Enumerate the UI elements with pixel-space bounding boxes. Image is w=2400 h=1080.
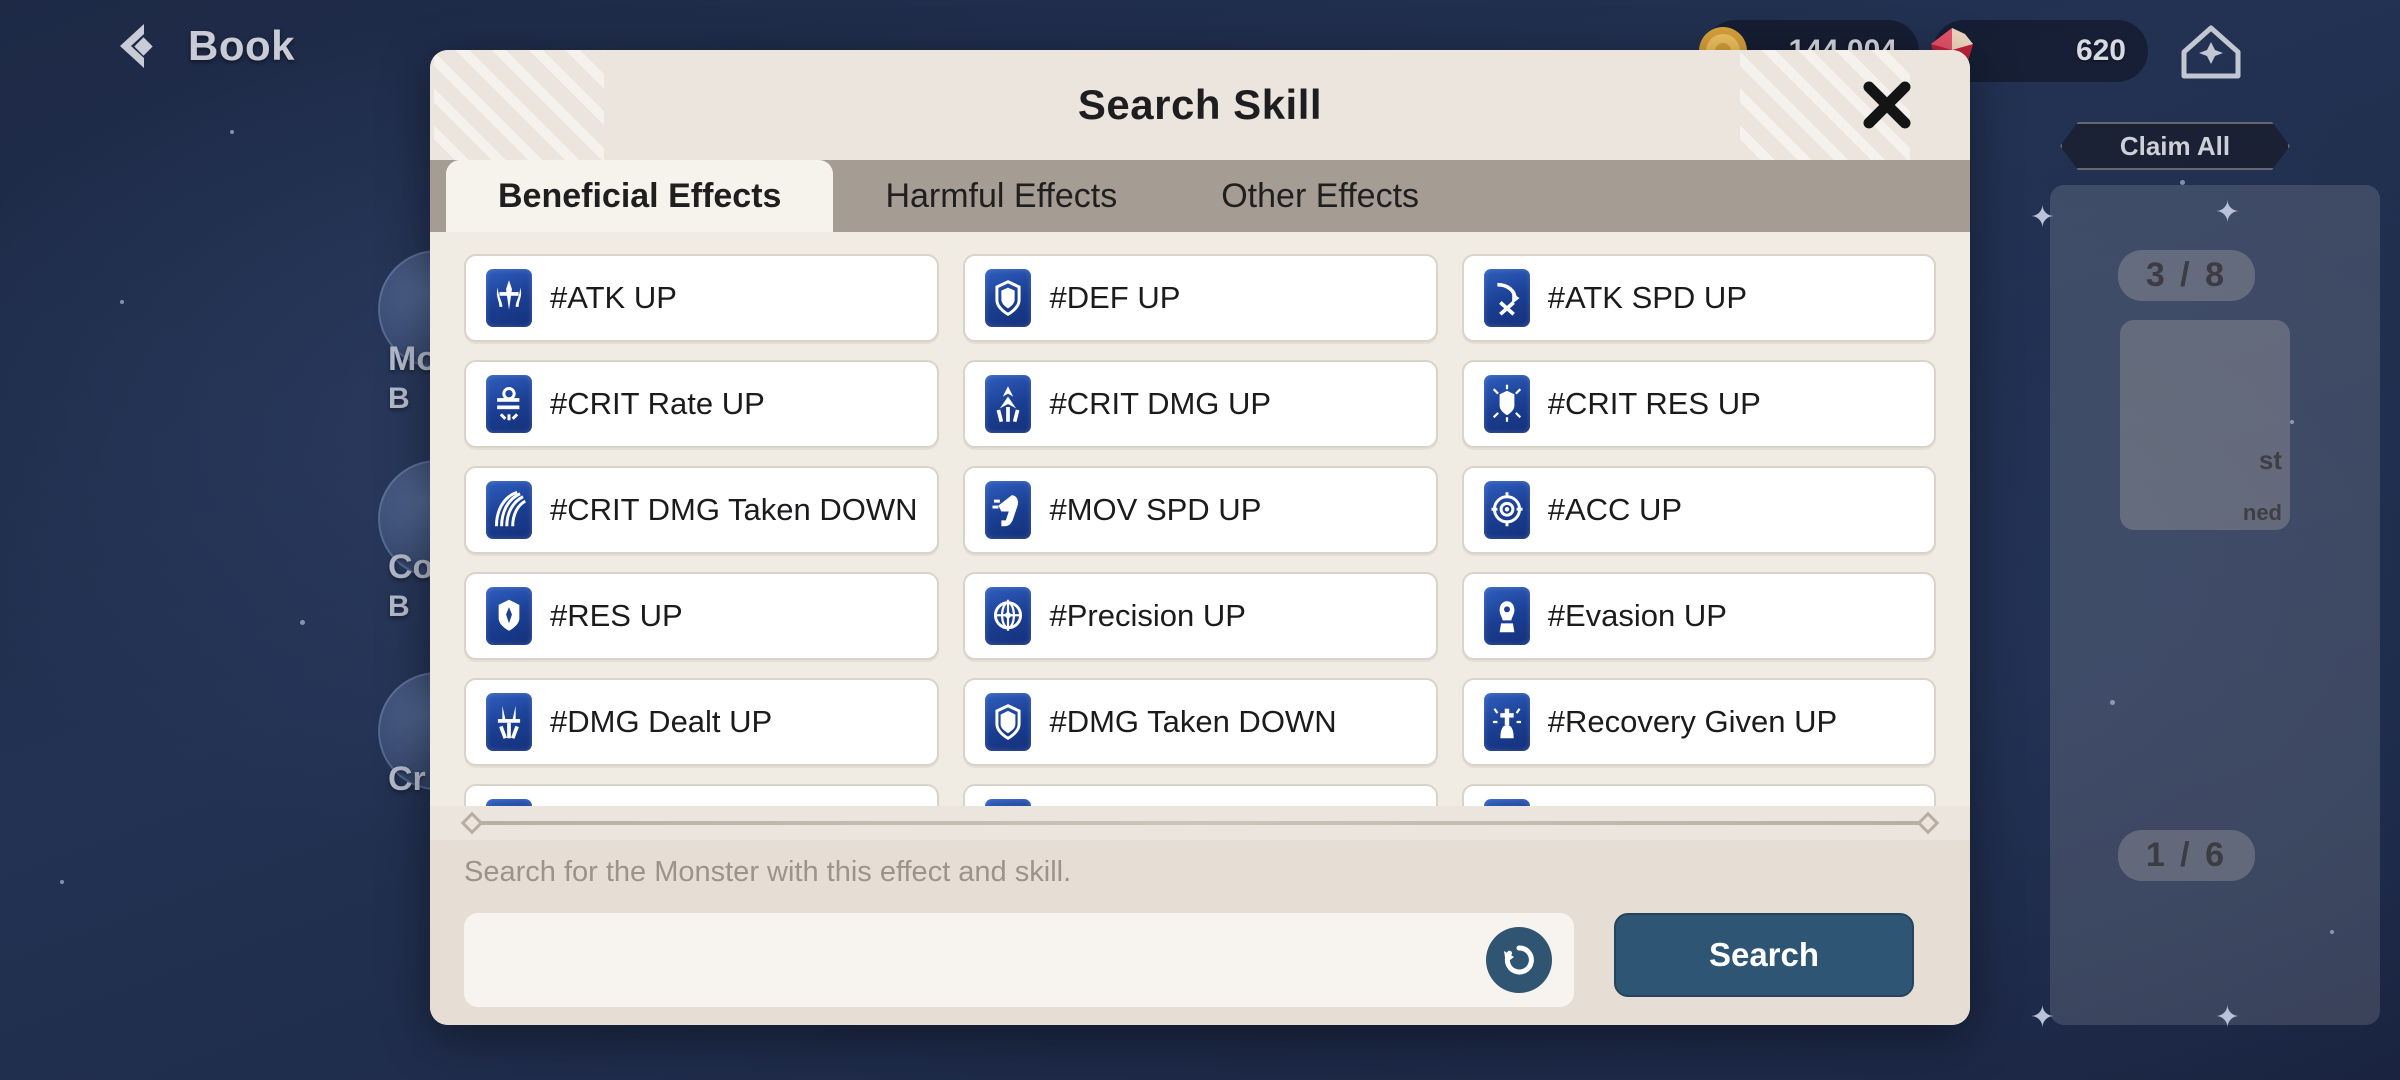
star-decoration <box>120 300 124 304</box>
evasion-up-icon <box>1483 587 1530 645</box>
skill-button[interactable]: #CRIT Rate UP <box>464 360 940 448</box>
skills-scroll-area[interactable]: #ATK UP #DEF UP #ATK SPD UP #CRIT Rate UP #C… <box>430 232 1970 806</box>
divider-diamond-left-icon <box>460 811 484 835</box>
skill-button[interactable]: #CRIT DMG UP <box>963 360 1438 448</box>
grid-scroll-divider[interactable] <box>430 806 1970 840</box>
mov-spd-up-icon <box>985 481 1032 539</box>
skill-label: #Recovery Given UP <box>1547 704 1838 739</box>
close-icon[interactable] <box>1856 74 1918 136</box>
skill-label: #ATK SPD UP <box>1547 280 1747 315</box>
skill-label: #DMG Dealt UP <box>550 704 773 739</box>
crit-res-up-icon <box>1483 375 1530 433</box>
star-decoration <box>230 130 234 134</box>
skill-button[interactable]: #ATK UP <box>464 254 940 342</box>
sparkle-icon: ✦ <box>2029 201 2055 234</box>
crit-rate-up-icon <box>486 375 532 433</box>
precision-up-icon <box>985 587 1032 645</box>
skill-button[interactable] <box>1461 784 1936 806</box>
skill-label: #DMG Taken DOWN <box>1049 704 1337 739</box>
search-controls-row: Search <box>464 913 1936 1007</box>
gem-amount: 620 <box>2075 34 2126 67</box>
skill-label: #CRIT DMG Taken DOWN <box>550 492 918 527</box>
skill-button[interactable]: #MOV SPD UP <box>963 466 1438 554</box>
skills-grid: #ATK UP #DEF UP #ATK SPD UP #CRIT Rate UP #C… <box>464 254 1936 806</box>
chevron-left-icon <box>110 18 166 74</box>
reset-icon[interactable] <box>1486 927 1552 993</box>
background-reward-card[interactable] <box>2120 320 2290 530</box>
skill-button[interactable]: #ATK SPD UP <box>1461 254 1936 342</box>
dmg-taken-down-icon <box>985 693 1032 751</box>
skill-label: #Evasion UP <box>1547 598 1727 633</box>
effect-tabs: Beneficial Effects Harmful Effects Other… <box>430 160 1970 232</box>
skill-label: #ACC UP <box>1547 492 1683 527</box>
reward-counter-bottom: 1 / 6 <box>2117 830 2255 881</box>
skill-button[interactable]: #Recovery Given UP <box>1461 678 1936 766</box>
skill-label: #CRIT RES UP <box>1547 386 1761 421</box>
nav-sublabel-collection: B <box>388 590 410 623</box>
crit-dmg-up-icon <box>985 375 1032 433</box>
skill-button[interactable]: #CRIT DMG Taken DOWN <box>464 466 940 554</box>
sparkle-icon: ✦ <box>2214 1001 2240 1034</box>
divider-line <box>480 821 1920 825</box>
skill-label: #RES UP <box>550 598 683 633</box>
claim-all-button[interactable]: Claim All <box>2060 122 2290 170</box>
skill-label: #Precision UP <box>1049 598 1246 633</box>
skill-icon <box>985 799 1032 806</box>
crit-dmg-taken-down-icon <box>486 481 532 539</box>
atk-up-icon <box>486 269 532 327</box>
dialog-header: Search Skill <box>430 50 1970 176</box>
skill-button[interactable] <box>464 784 940 806</box>
res-up-icon <box>486 587 532 645</box>
dmg-dealt-up-icon <box>486 693 532 751</box>
back-button[interactable]: Book <box>110 18 295 74</box>
skill-button[interactable]: #ACC UP <box>1461 466 1936 554</box>
background-reward-panel <box>2050 185 2380 1025</box>
background-card-status: ned <box>2242 500 2282 525</box>
dialog-footer: Search for the Monster with this effect … <box>430 840 1970 1025</box>
star-decoration <box>60 880 64 884</box>
sparkle-icon: ✦ <box>2029 1001 2055 1034</box>
divider-diamond-right-icon <box>1916 811 1940 835</box>
skill-label: #ATK UP <box>550 280 677 315</box>
game-screen: Mo B Col B Cr Book 620 Claim All 3 / 8 s… <box>0 0 2400 1080</box>
skill-icon <box>1483 799 1530 806</box>
skill-button[interactable]: #Precision UP <box>963 572 1438 660</box>
skill-label: #DEF UP <box>1049 280 1181 315</box>
skill-icon <box>486 799 532 806</box>
skill-button[interactable]: #RES UP <box>464 572 940 660</box>
reward-counter-top: 3 / 8 <box>2117 250 2255 301</box>
search-input-wrapper[interactable] <box>464 913 1574 1007</box>
search-skill-dialog: Search Skill Beneficial Effects Harmful … <box>430 50 1970 1025</box>
nav-label-creature: Cr <box>388 760 426 798</box>
background-card-title: st <box>2258 445 2282 475</box>
acc-up-icon <box>1483 481 1530 539</box>
tab-harmful-effects[interactable]: Harmful Effects <box>833 160 1169 232</box>
skill-button[interactable]: #CRIT RES UP <box>1461 360 1936 448</box>
def-up-icon <box>985 269 1032 327</box>
recovery-given-up-icon <box>1483 693 1530 751</box>
skill-button[interactable]: #DEF UP <box>963 254 1438 342</box>
skill-button[interactable]: #DMG Taken DOWN <box>963 678 1438 766</box>
star-decoration <box>300 620 305 625</box>
skill-button[interactable] <box>963 784 1438 806</box>
home-icon[interactable] <box>2172 12 2250 90</box>
search-button[interactable]: Search <box>1614 913 1914 997</box>
skill-label: #MOV SPD UP <box>1049 492 1262 527</box>
skill-label: #CRIT DMG UP <box>1049 386 1272 421</box>
skill-button[interactable]: #Evasion UP <box>1461 572 1936 660</box>
search-input[interactable] <box>490 913 1474 1007</box>
search-hint-text: Search for the Monster with this effect … <box>464 856 1072 888</box>
tab-beneficial-effects[interactable]: Beneficial Effects <box>446 160 834 232</box>
dialog-title: Search Skill <box>1077 81 1323 128</box>
nav-sublabel-monster: B <box>388 382 410 415</box>
skill-button[interactable]: #DMG Dealt UP <box>464 678 940 766</box>
skill-label: #CRIT Rate UP <box>550 386 765 421</box>
sparkle-icon: ✦ <box>2214 196 2240 229</box>
atk-spd-up-icon <box>1483 269 1530 327</box>
back-button-label: Book <box>188 22 295 69</box>
tab-other-effects[interactable]: Other Effects <box>1169 160 1471 232</box>
